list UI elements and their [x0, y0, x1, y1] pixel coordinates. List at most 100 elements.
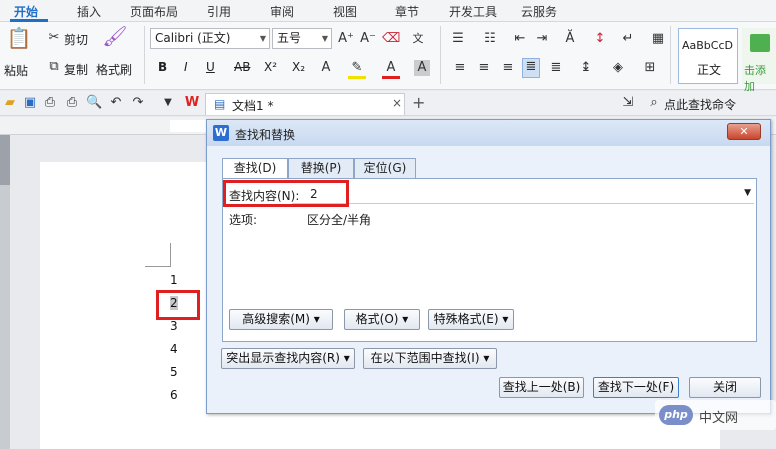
document-line[interactable]: 6: [170, 388, 178, 402]
shrink-font-icon[interactable]: A⁻: [360, 31, 376, 47]
dialog-title: 查找和替换: [235, 128, 296, 142]
italic-button[interactable]: I: [184, 60, 188, 74]
superscript-button[interactable]: X²: [264, 60, 277, 74]
scissors-icon[interactable]: ✂: [46, 30, 62, 46]
tab-replace[interactable]: 替换(P): [288, 158, 354, 178]
copy-button[interactable]: 复制: [64, 61, 88, 78]
font-size-select[interactable]: 五号 ▼: [272, 28, 332, 49]
align-center-icon[interactable]: ≡: [476, 60, 492, 76]
new-tab-button[interactable]: +: [412, 93, 425, 112]
quick-access-bar: ▰ ▣ ⎙ ⎙ 🔍 ↶ ↷ ▼ W ▤ 文档1 * × + ⇲ ⌕ 点此查找命令: [0, 91, 776, 116]
format-painter-icon[interactable]: 🖌: [102, 26, 128, 52]
dialog-close-button[interactable]: ✕: [727, 123, 761, 140]
find-input[interactable]: 2 ▼: [292, 185, 754, 204]
style-gallery-normal[interactable]: AaBbCcD 正文: [678, 28, 738, 84]
style-preview: AaBbCcD: [682, 39, 733, 52]
document-line[interactable]: 4: [170, 342, 178, 356]
format-button[interactable]: 格式(O) ▾: [344, 309, 420, 330]
distribute-icon[interactable]: ≣: [548, 60, 564, 76]
document-icon: ▤: [214, 97, 226, 111]
shading-icon[interactable]: ◈: [608, 60, 628, 76]
document-tab[interactable]: ▤ 文档1 * ×: [205, 93, 405, 115]
add-style-icon: [750, 34, 770, 52]
tab-insert[interactable]: 插入: [77, 3, 101, 20]
paste-button[interactable]: 粘贴: [4, 62, 28, 79]
grow-font-icon[interactable]: A⁺: [338, 31, 354, 47]
copy-icon[interactable]: ⧉: [46, 59, 62, 75]
numbered-list-icon[interactable]: ☷: [482, 31, 498, 47]
bullet-list-icon[interactable]: ☰: [450, 31, 466, 47]
char-shading-icon[interactable]: A: [414, 60, 430, 76]
strikethrough-button[interactable]: AB: [234, 60, 250, 74]
add-style-panel[interactable]: 击添加: [742, 28, 776, 93]
save-icon[interactable]: ▣: [22, 95, 38, 111]
tab-references[interactable]: 引用: [207, 3, 231, 20]
advanced-search-button[interactable]: 高级搜索(M) ▾: [229, 309, 333, 330]
tab-cloud[interactable]: 云服务: [521, 3, 557, 20]
sort-icon[interactable]: ↕: [590, 31, 610, 47]
wps-writer-icon: W: [213, 125, 229, 141]
close-tab-icon[interactable]: ×: [392, 96, 402, 110]
share-icon[interactable]: ⇲: [620, 95, 636, 111]
search-icon: ⌕: [650, 95, 658, 110]
bold-button[interactable]: B: [158, 60, 167, 74]
align-left-icon[interactable]: ≡: [452, 60, 468, 76]
highlight-results-button[interactable]: 突出显示查找内容(R) ▾: [221, 348, 355, 369]
undo-icon[interactable]: ↶: [108, 95, 124, 111]
font-name-select[interactable]: Calibri (正文) ▼: [150, 28, 270, 49]
options-value: 区分全/半角: [307, 213, 372, 227]
format-painter-button[interactable]: 格式刷: [96, 61, 132, 78]
decrease-indent-icon[interactable]: ⇤: [512, 31, 528, 47]
tab-view[interactable]: 视图: [333, 3, 357, 20]
customize-dropdown-icon[interactable]: ▼: [160, 95, 176, 111]
show-marks-icon[interactable]: ↵: [620, 31, 636, 47]
line-spacing-icon[interactable]: ↨: [576, 60, 596, 76]
tab-goto[interactable]: 定位(G): [354, 158, 416, 178]
chevron-down-icon: ▼: [259, 34, 266, 43]
find-previous-button[interactable]: 查找上一处(B): [499, 377, 584, 398]
text-direction-icon[interactable]: Ă: [560, 31, 580, 47]
align-right-icon[interactable]: ≡: [500, 60, 516, 76]
cut-button[interactable]: 剪切: [64, 31, 88, 48]
print-preview-icon[interactable]: 🔍: [86, 95, 102, 111]
special-format-button[interactable]: 特殊格式(E) ▾: [428, 309, 514, 330]
clear-format-icon[interactable]: ⌫: [382, 31, 400, 47]
style-name: 正文: [697, 63, 722, 77]
paste-icon[interactable]: 📋: [6, 28, 32, 54]
open-folder-icon[interactable]: ▰: [2, 95, 18, 111]
scrollbar-corner: [720, 430, 776, 449]
find-in-range-button[interactable]: 在以下范围中查找(I) ▾: [363, 348, 497, 369]
find-next-button[interactable]: 查找下一处(F): [593, 377, 679, 398]
text-effect-icon[interactable]: A: [318, 60, 334, 76]
table-icon[interactable]: ▦: [650, 31, 666, 47]
dialog-titlebar[interactable]: W 查找和替换 ✕: [207, 120, 770, 146]
document-line[interactable]: 1: [170, 273, 178, 287]
justify-icon[interactable]: ≣: [522, 58, 540, 78]
tab-page-layout[interactable]: 页面布局: [130, 3, 178, 20]
tab-home[interactable]: 开始: [14, 3, 38, 20]
border-icon[interactable]: ⊞: [640, 60, 660, 76]
highlight-icon[interactable]: ✎: [348, 60, 366, 79]
tab-find[interactable]: 查找(D): [222, 158, 288, 179]
font-name-value: Calibri (正文): [155, 31, 231, 45]
phonetic-icon[interactable]: 文: [406, 31, 430, 47]
command-search[interactable]: 点此查找命令: [664, 96, 736, 113]
export-pdf-icon[interactable]: ⎙: [42, 95, 58, 111]
tab-developer[interactable]: 开发工具: [449, 3, 497, 20]
subscript-button[interactable]: X₂: [292, 60, 305, 74]
chevron-down-icon[interactable]: ▼: [744, 188, 751, 198]
close-button[interactable]: 关闭: [689, 377, 761, 398]
redo-icon[interactable]: ↷: [130, 95, 146, 111]
document-line[interactable]: 5: [170, 365, 178, 379]
tab-chapter[interactable]: 章节: [395, 3, 419, 20]
print-icon[interactable]: ⎙: [64, 95, 80, 111]
font-color-icon[interactable]: A: [382, 60, 400, 79]
document-line[interactable]: 3: [170, 319, 178, 333]
increase-indent-icon[interactable]: ⇥: [534, 31, 550, 47]
document-tab-title: 文档1 *: [232, 99, 274, 113]
font-size-value: 五号: [277, 31, 302, 45]
tab-review[interactable]: 审阅: [270, 3, 294, 20]
wps-logo-icon[interactable]: W: [184, 95, 200, 111]
options-label: 选项:: [229, 213, 258, 227]
underline-button[interactable]: U: [206, 60, 215, 74]
